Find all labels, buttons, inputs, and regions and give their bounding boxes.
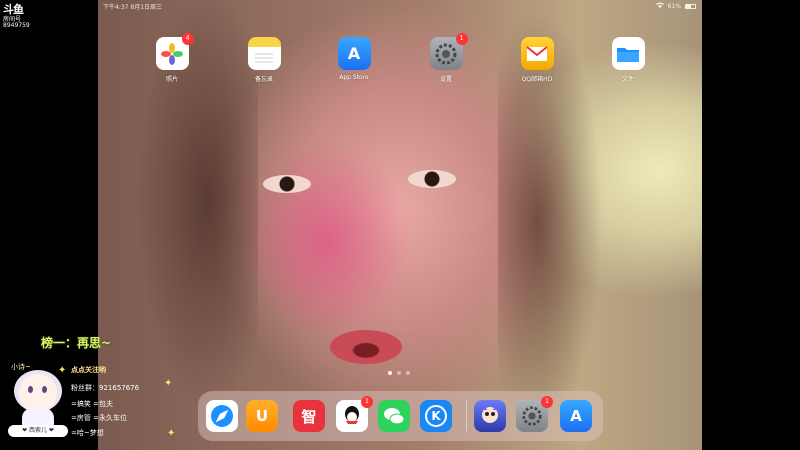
battery-icon [685, 3, 696, 9]
avatar-eye-right [42, 386, 47, 393]
sparkle-icon: ✦ [167, 428, 176, 439]
appstore-icon[interactable]: A [560, 400, 592, 432]
app-photos[interactable]: 4 照片 [142, 33, 202, 83]
page-dot [397, 371, 401, 375]
app-qqmail[interactable]: QQ邮箱HD [507, 37, 567, 83]
photos-badge: 4 [181, 33, 194, 45]
page-indicator[interactable] [388, 371, 410, 375]
status-right: 61% [655, 2, 696, 10]
status-bar: 下午4:37 8月1日周三 61% [98, 0, 702, 12]
avatar-tag: ❤ 西索儿 ❤ [8, 425, 68, 437]
settings-badge: 1 [455, 33, 468, 45]
battery-percent: 61% [667, 2, 681, 10]
app-label: 文件 [621, 76, 634, 83]
rank-text: 榜一：再思~ [41, 336, 112, 350]
settings-icon[interactable]: 1 [516, 396, 553, 432]
safari-icon[interactable] [206, 400, 238, 432]
appstore-icon: A [337, 37, 371, 70]
avatar-head [14, 370, 62, 412]
dock-separator [466, 401, 467, 431]
app-label: 备忘录 [254, 76, 273, 83]
fan-group-text: 粉丝群：921657676 [71, 384, 140, 392]
page-dot [406, 371, 410, 375]
gift-row: =房管 =永久车位 [71, 414, 127, 422]
room-number: 8949759 [3, 22, 30, 29]
uc-browser-icon[interactable]: U [246, 400, 278, 432]
gift-row: =哈~梦想 [71, 429, 104, 437]
sparkle-icon: ✦ [58, 365, 67, 376]
app-label: 照片 [165, 76, 178, 83]
app-label: 设置 [439, 76, 452, 83]
app-files[interactable]: 文件 [598, 37, 658, 83]
page-dot-active [388, 371, 392, 375]
app-notes[interactable]: 备忘录 [234, 37, 294, 83]
qq-badge: 1 [361, 396, 373, 408]
avatar-eye-left [28, 386, 33, 393]
kuwo-icon[interactable]: K [420, 400, 452, 432]
status-time: 下午4:37 8月1日周三 [103, 4, 163, 11]
settings-icon: 1 [429, 33, 468, 70]
wifi-icon [655, 2, 664, 10]
douyu-logo: 斗鱼 [3, 3, 24, 16]
game-icon[interactable] [474, 400, 506, 432]
app-appstore[interactable]: A App Store [324, 37, 384, 81]
sparkle-icon: ✦ [164, 378, 173, 389]
app-settings[interactable]: 1 设置 [416, 33, 476, 83]
notes-icon [247, 37, 281, 70]
ipad-screen: 下午4:37 8月1日周三 61% 4 照片 备忘录 A App Store 1… [98, 0, 702, 450]
gift-row: =搞笑 =包夫 [71, 400, 113, 408]
dock-settings-badge: 1 [541, 396, 553, 408]
qqmail-icon [520, 37, 554, 70]
photos-icon: 4 [155, 33, 194, 70]
face-eye-right [408, 170, 456, 188]
follow-prompt: 点点关注哟 [71, 366, 106, 374]
app-label: App Store [339, 74, 369, 81]
face-eye-left [263, 175, 311, 193]
zhihu-icon[interactable]: 智 [293, 400, 325, 432]
dock: U 智 1 K 1 A [198, 391, 603, 441]
qq-icon[interactable]: 1 [336, 396, 373, 432]
files-icon [611, 37, 645, 70]
face-lips [330, 330, 402, 364]
wechat-icon[interactable] [378, 400, 410, 432]
app-label: QQ邮箱HD [521, 76, 553, 83]
